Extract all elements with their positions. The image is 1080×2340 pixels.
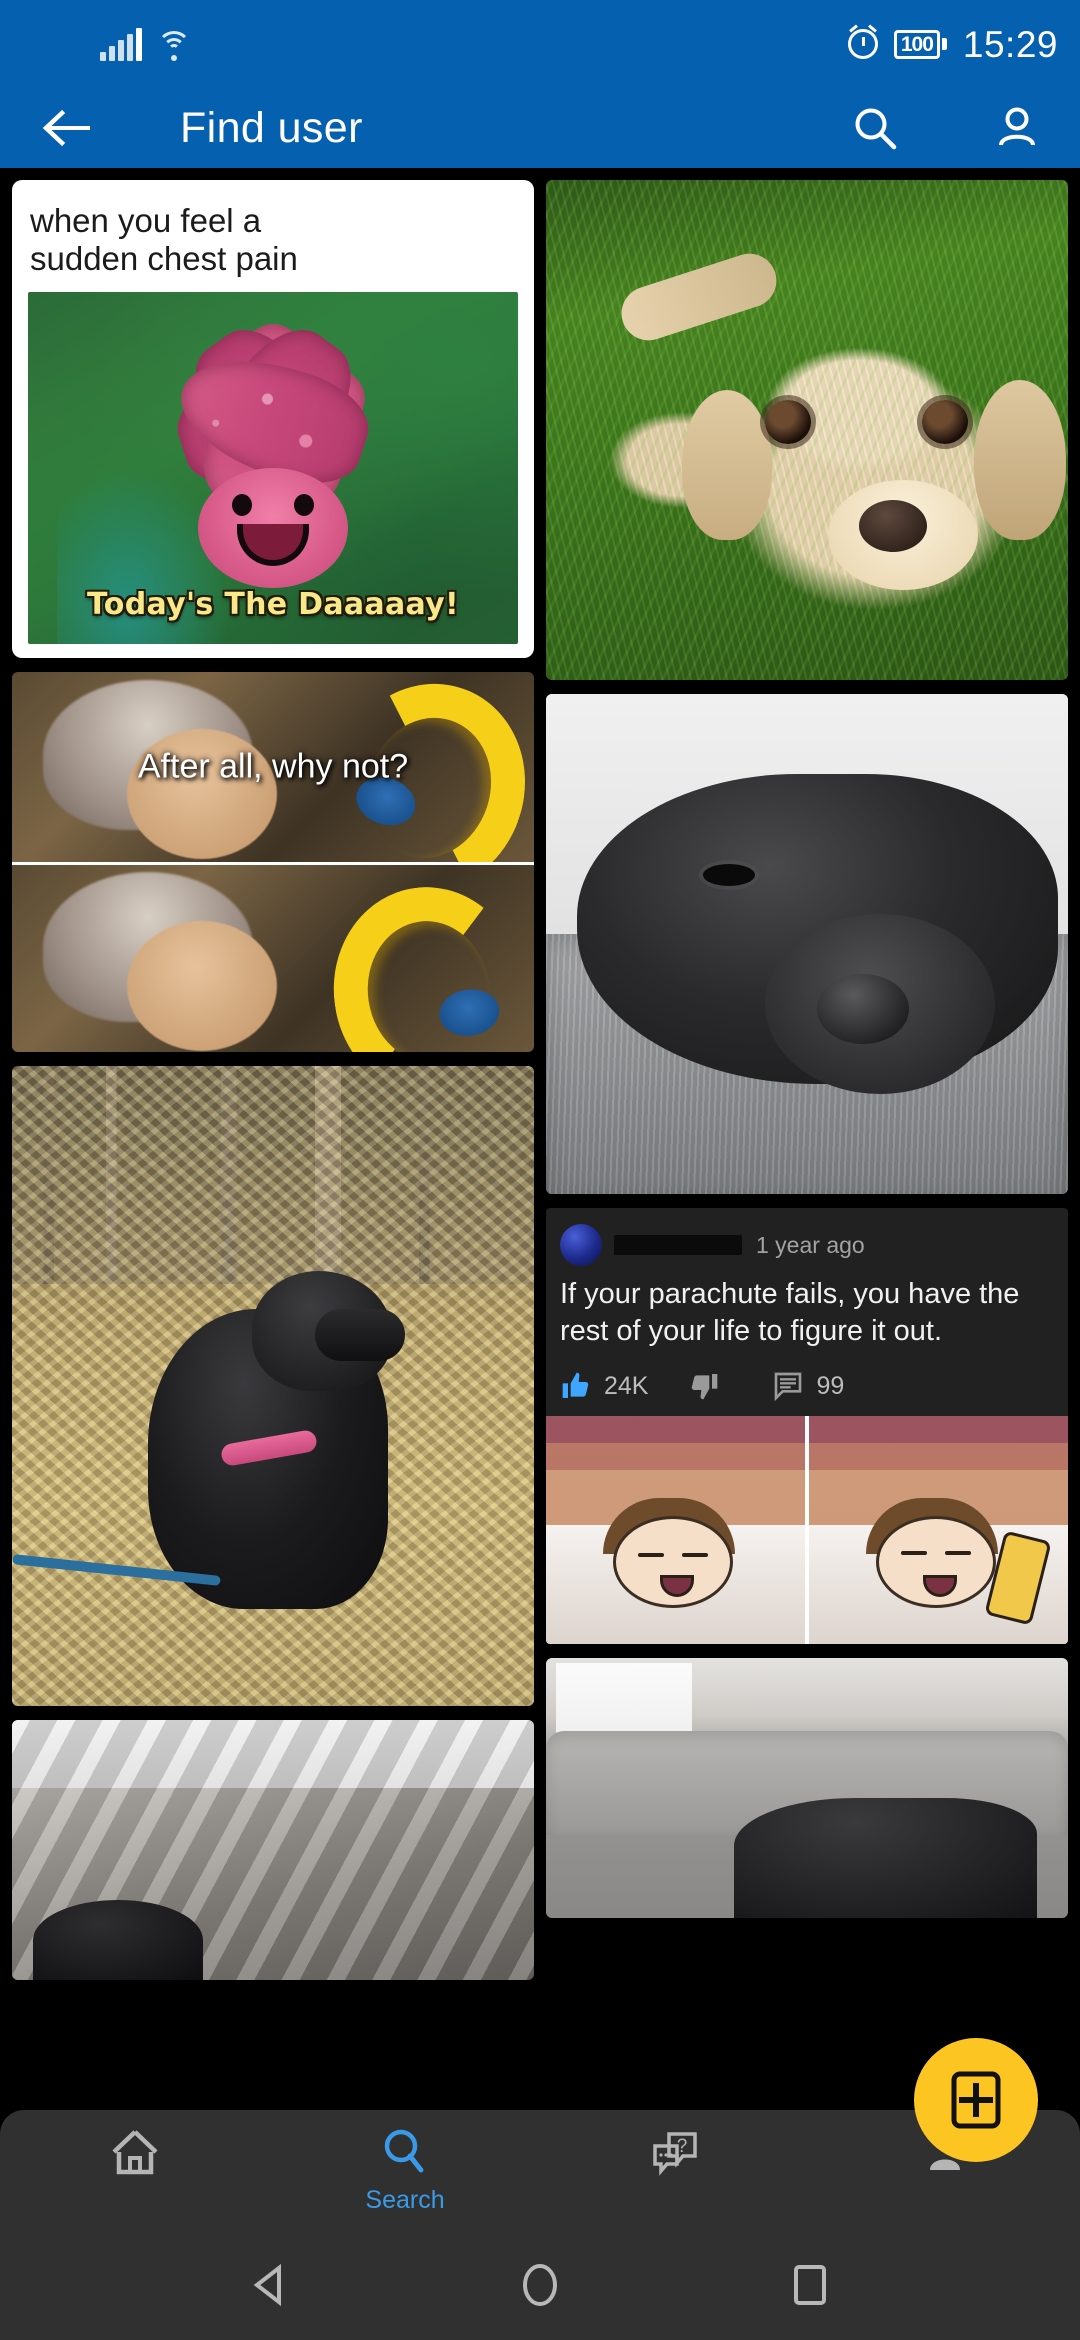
back-arrow-icon[interactable]: [40, 106, 94, 150]
grid-item-couch-dog[interactable]: [546, 1658, 1068, 1918]
like-count: 24K: [604, 1371, 649, 1400]
grid-item-chest-pain-meme[interactable]: when you feel a sudden chest pain Today'…: [12, 180, 534, 658]
square-recents-icon: [794, 2265, 826, 2305]
nav-item-search[interactable]: Search: [270, 2124, 540, 2215]
app-bar-actions: [848, 101, 1044, 155]
battery-icon: 100: [893, 29, 947, 59]
grid-item-bilbo-banana-meme[interactable]: After all, why not?: [12, 672, 534, 1052]
grid-item-blanket-dog[interactable]: [12, 1720, 534, 1980]
comment-text: If your parachute fails, you have the re…: [560, 1276, 1054, 1350]
cartoon-panel-left: [546, 1416, 805, 1644]
avatar: [560, 1224, 602, 1266]
status-bar-clock: 15:29: [962, 23, 1058, 65]
comment-actions: 24K 99: [560, 1370, 1054, 1402]
comment-icon: [775, 1372, 802, 1402]
question-chat-icon: ?: [653, 2132, 697, 2176]
status-bar-right: 100 15:29: [847, 23, 1058, 65]
redacted-username: [614, 1235, 742, 1255]
like-action[interactable]: 24K: [560, 1370, 648, 1402]
comment-header: 1 year ago: [560, 1224, 1054, 1266]
blanket-dog-image: [12, 1720, 534, 1980]
comment-meme-image: [546, 1416, 1068, 1644]
add-post-icon: [951, 2071, 1001, 2129]
nav-label-search: Search: [365, 2186, 445, 2214]
grid-item-parachute-comment-meme[interactable]: 1 year ago If your parachute fails, you …: [546, 1208, 1068, 1644]
reply-count: 99: [816, 1371, 845, 1400]
puppy-image: [546, 180, 1068, 680]
search-icon[interactable]: [848, 101, 902, 155]
home-icon: [112, 2130, 158, 2175]
page-title: Find user: [180, 103, 363, 152]
reply-action[interactable]: 99: [772, 1370, 844, 1402]
person-icon[interactable]: [990, 101, 1044, 155]
results-grid[interactable]: when you feel a sudden chest pain Today'…: [0, 168, 1080, 2073]
starfish-image-text: Today's The Daaaaay!: [87, 587, 459, 622]
grid-column-right: 1 year ago If your parachute fails, you …: [546, 180, 1068, 2061]
black-dog-image: [546, 694, 1068, 1194]
android-navigation-bar: [0, 2230, 1080, 2340]
meme-caption-line1: when you feel a: [30, 202, 262, 239]
battery-level: 100: [893, 29, 940, 59]
status-bar: 100 15:29: [0, 0, 1080, 88]
comment-block: 1 year ago If your parachute fails, you …: [546, 1208, 1068, 1416]
android-home-button[interactable]: [505, 2250, 575, 2320]
bilbo-panel-top: After all, why not?: [12, 672, 534, 862]
comment-timestamp: 1 year ago: [756, 1231, 865, 1258]
signal-icon: [100, 27, 142, 61]
thumbs-up-icon: [562, 1372, 589, 1398]
status-bar-left: [100, 27, 192, 61]
grid-column-left: when you feel a sudden chest pain Today'…: [12, 180, 534, 2061]
dog-in-leaves-image: [12, 1066, 534, 1706]
bottom-navigation: Search ?: [0, 2110, 1080, 2230]
meme-caption-line2: sudden chest pain: [30, 240, 298, 277]
dislike-action[interactable]: [688, 1370, 732, 1402]
grid-item-dog-in-leaves[interactable]: [12, 1066, 534, 1706]
circle-home-icon: [523, 2264, 557, 2306]
add-post-fab[interactable]: [914, 2038, 1038, 2162]
starfish-image: Today's The Daaaaay!: [28, 292, 518, 644]
comment-text-line1: If your parachute fails, you have the: [560, 1278, 1020, 1310]
meme-caption: when you feel a sudden chest pain: [28, 196, 518, 292]
nav-item-questions[interactable]: ?: [540, 2124, 810, 2186]
android-recents-button[interactable]: [775, 2250, 845, 2320]
app-bar: Find user: [0, 88, 1080, 168]
nav-item-home[interactable]: [0, 2124, 270, 2186]
wifi-icon: [156, 29, 192, 61]
couch-dog-image: [546, 1658, 1068, 1918]
android-back-button[interactable]: [235, 2250, 305, 2320]
grid-item-puppy-photo[interactable]: [546, 180, 1068, 680]
alarm-icon: [847, 29, 878, 59]
thumbs-down-icon: [692, 1374, 718, 1400]
search-icon: [384, 2129, 424, 2173]
bilbo-meme-text: After all, why not?: [137, 747, 409, 786]
cartoon-panel-right: [805, 1416, 1068, 1644]
grid-item-black-dog-rug[interactable]: [546, 694, 1068, 1194]
triangle-back-icon: [253, 2263, 281, 2307]
comment-text-line2: rest of your life to figure it out.: [560, 1315, 943, 1347]
bilbo-panel-bottom: [12, 862, 534, 1052]
